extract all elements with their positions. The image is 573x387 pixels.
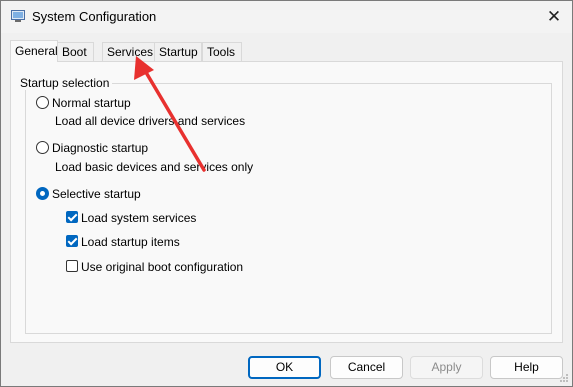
system-configuration-icon: [11, 10, 25, 22]
tab-boot[interactable]: Boot: [57, 42, 94, 61]
checkbox-checked[interactable]: [66, 235, 78, 247]
selective-startup-label: Selective startup: [52, 187, 141, 201]
general-tab-panel: Startup selection Normal startup Load al…: [10, 61, 563, 343]
tab-tools[interactable]: Tools: [202, 42, 242, 61]
tab-general[interactable]: General: [10, 40, 58, 62]
load-system-services-label: Load system services: [81, 211, 197, 225]
title-bar: System Configuration ✕: [1, 1, 572, 33]
checkbox-checked[interactable]: [66, 211, 78, 223]
resize-grip-icon[interactable]: [559, 373, 569, 383]
tab-startup[interactable]: Startup: [154, 42, 202, 61]
cancel-button[interactable]: Cancel: [330, 356, 403, 379]
help-button[interactable]: Help: [490, 356, 563, 379]
ok-button[interactable]: OK: [248, 356, 321, 379]
close-button[interactable]: ✕: [542, 6, 566, 28]
diagnostic-startup-description: Load basic devices and services only: [55, 160, 254, 174]
normal-startup-description: Load all device drivers and services: [55, 114, 246, 128]
diagnostic-startup-label: Diagnostic startup: [52, 141, 149, 155]
use-original-boot-configuration-label: Use original boot configuration: [81, 260, 244, 274]
window-title: System Configuration: [32, 9, 157, 24]
tab-services[interactable]: Services: [102, 42, 157, 61]
load-startup-items-label: Load startup items: [81, 235, 180, 249]
close-icon: ✕: [546, 7, 562, 26]
radio-button-selected[interactable]: [36, 187, 49, 200]
apply-button: Apply: [410, 356, 483, 379]
system-configuration-window: System Configuration ✕ General Boot Serv…: [0, 0, 573, 387]
checkbox-unchecked[interactable]: [66, 260, 78, 272]
radio-button[interactable]: [36, 141, 49, 154]
startup-selection-legend: Startup selection: [17, 76, 113, 90]
normal-startup-label: Normal startup: [52, 96, 131, 110]
radio-button[interactable]: [36, 96, 49, 109]
